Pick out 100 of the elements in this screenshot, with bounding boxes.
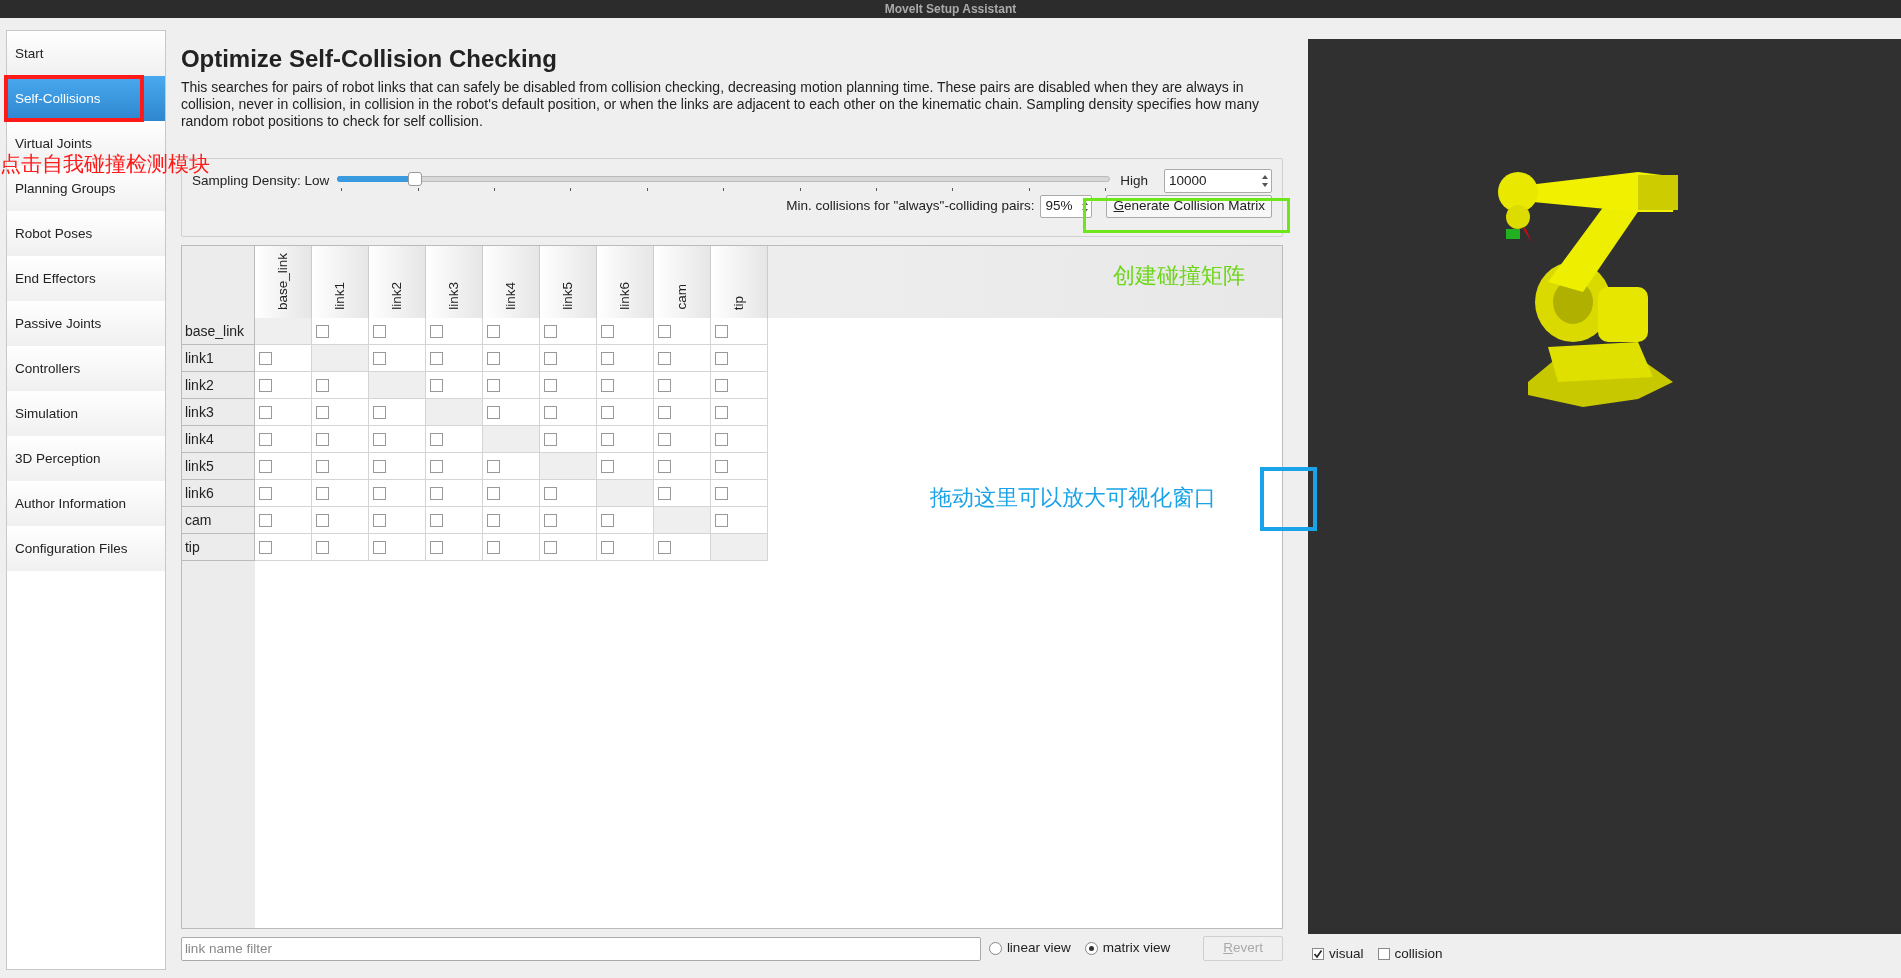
checkbox[interactable]: [315, 540, 329, 554]
checkbox[interactable]: [543, 540, 557, 554]
checkbox[interactable]: [486, 540, 500, 554]
checkbox[interactable]: [372, 486, 386, 500]
checkbox[interactable]: [657, 486, 671, 500]
spin-box[interactable]: 95%: [1040, 195, 1093, 218]
checkbox[interactable]: [486, 486, 500, 500]
checkbox[interactable]: [315, 432, 329, 446]
checkbox[interactable]: [372, 405, 386, 419]
checkbox[interactable]: [372, 459, 386, 473]
checkbox[interactable]: [429, 351, 443, 365]
checkbox[interactable]: [372, 540, 386, 554]
checkbox[interactable]: [714, 432, 728, 446]
checkbox[interactable]: [258, 513, 272, 527]
checkbox[interactable]: [429, 513, 443, 527]
slider-thumb[interactable]: [407, 171, 422, 186]
radio-button[interactable]: [1084, 942, 1098, 955]
checkbox-label[interactable]: visual: [1329, 944, 1364, 965]
checkbox[interactable]: [1377, 948, 1390, 961]
sidebar-item[interactable]: Configuration Files: [15, 540, 128, 557]
checkbox[interactable]: [429, 324, 443, 338]
checkbox[interactable]: [258, 351, 272, 365]
checkbox[interactable]: [600, 513, 614, 527]
checkbox[interactable]: [315, 378, 329, 392]
checkbox[interactable]: [657, 324, 671, 338]
checkbox[interactable]: [429, 540, 443, 554]
checkbox[interactable]: [714, 351, 728, 365]
checkbox[interactable]: [543, 324, 557, 338]
spin-arrows-icon[interactable]: [1261, 174, 1269, 188]
checkbox[interactable]: [315, 324, 329, 338]
robot-viewer[interactable]: [1308, 39, 1901, 934]
radio-label[interactable]: matrix view: [1102, 938, 1171, 959]
checkbox[interactable]: [657, 405, 671, 419]
checkbox[interactable]: [657, 432, 671, 446]
checkbox[interactable]: [258, 459, 272, 473]
checkbox[interactable]: [714, 324, 728, 338]
checkbox[interactable]: [258, 432, 272, 446]
checkbox[interactable]: [486, 459, 500, 473]
checkbox[interactable]: [429, 486, 443, 500]
checkbox[interactable]: [372, 351, 386, 365]
generate-button[interactable]: Generate Collision Matrix: [1106, 195, 1272, 218]
sidebar-item[interactable]: Author Information: [15, 495, 127, 512]
sidebar-item[interactable]: Robot Poses: [15, 225, 93, 242]
radio-label[interactable]: linear view: [1006, 938, 1071, 959]
checkbox-label[interactable]: collision: [1394, 944, 1443, 965]
checkbox[interactable]: [543, 378, 557, 392]
checkbox[interactable]: [714, 513, 728, 527]
checkbox[interactable]: [714, 486, 728, 500]
annotation-text: 拖动这里可以放大可视化窗口: [930, 484, 1216, 512]
checkbox[interactable]: [714, 459, 728, 473]
checkbox[interactable]: [600, 351, 614, 365]
checkbox[interactable]: [657, 378, 671, 392]
sidebar-item[interactable]: Passive Joints: [15, 315, 102, 332]
checkbox[interactable]: [1312, 948, 1324, 961]
checkbox[interactable]: [600, 378, 614, 392]
filter-field[interactable]: link name filter: [180, 936, 981, 961]
sidebar-item[interactable]: Simulation: [15, 405, 79, 422]
checkbox[interactable]: [258, 405, 272, 419]
sidebar-item[interactable]: Virtual Joints: [15, 135, 93, 152]
checkbox[interactable]: [543, 432, 557, 446]
checkbox[interactable]: [258, 540, 272, 554]
checkbox[interactable]: [657, 459, 671, 473]
checkbox[interactable]: [543, 486, 557, 500]
checkbox[interactable]: [372, 324, 386, 338]
checkbox[interactable]: [429, 432, 443, 446]
checkbox[interactable]: [600, 540, 614, 554]
checkbox[interactable]: [657, 351, 671, 365]
checkbox[interactable]: [543, 513, 557, 527]
checkbox[interactable]: [372, 513, 386, 527]
spin-box[interactable]: 10000: [1164, 169, 1272, 193]
checkbox[interactable]: [600, 432, 614, 446]
checkbox[interactable]: [258, 378, 272, 392]
checkbox[interactable]: [486, 351, 500, 365]
slider[interactable]: [337, 171, 1111, 186]
checkbox[interactable]: [657, 540, 671, 554]
checkbox[interactable]: [315, 513, 329, 527]
checkbox[interactable]: [315, 486, 329, 500]
checkbox[interactable]: [372, 432, 386, 446]
checkbox[interactable]: [486, 513, 500, 527]
checkbox[interactable]: [486, 405, 500, 419]
sidebar-item[interactable]: End Effectors: [15, 270, 96, 287]
sidebar-item[interactable]: Start: [15, 45, 44, 62]
checkbox[interactable]: [714, 378, 728, 392]
checkbox[interactable]: [315, 405, 329, 419]
sidebar-item[interactable]: Planning Groups: [15, 180, 116, 197]
checkbox[interactable]: [543, 405, 557, 419]
checkbox[interactable]: [429, 459, 443, 473]
checkbox[interactable]: [258, 486, 272, 500]
checkbox[interactable]: [315, 459, 329, 473]
checkbox[interactable]: [600, 459, 614, 473]
checkbox[interactable]: [429, 378, 443, 392]
checkbox[interactable]: [543, 351, 557, 365]
checkbox[interactable]: [600, 324, 614, 338]
checkbox[interactable]: [486, 378, 500, 392]
sidebar-item[interactable]: Controllers: [15, 360, 81, 377]
checkbox[interactable]: [600, 405, 614, 419]
checkbox[interactable]: [714, 405, 728, 419]
checkbox[interactable]: [486, 324, 500, 338]
radio-button[interactable]: [988, 942, 1002, 955]
sidebar-item[interactable]: 3D Perception: [15, 450, 101, 467]
